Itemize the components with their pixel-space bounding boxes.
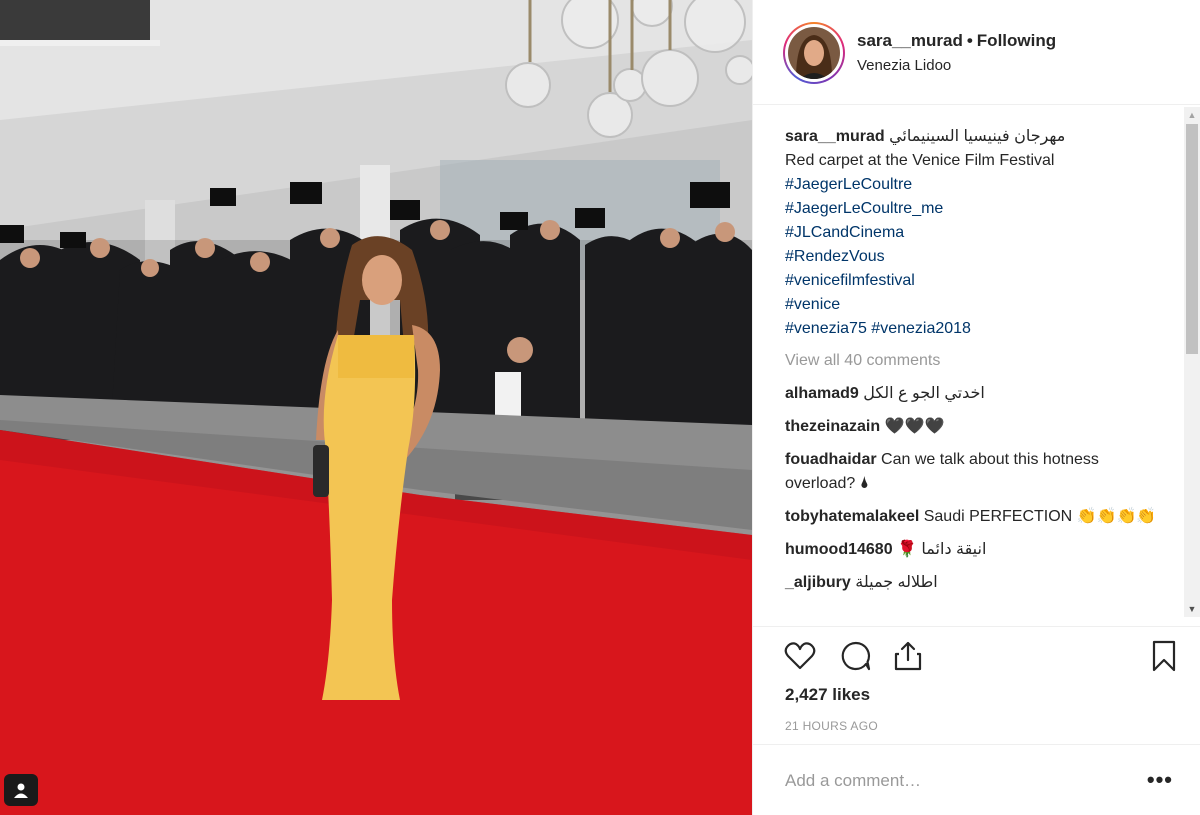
comment-item: alhamad9 اخدتي الجو ع الكل [785,382,1169,406]
comment-text: 🖤🖤🖤 [884,418,945,435]
add-comment-bar: ••• [753,744,1200,815]
comment-username[interactable]: fouadhaidar [785,451,877,468]
location-link[interactable]: Venezia Lidoo [857,57,951,74]
post-timestamp[interactable]: 21 HOURS AGO [785,719,878,733]
post-actions: 2,427 likes 21 HOURS AGO [753,626,1200,744]
comment-username[interactable]: thezeinazain [785,418,880,435]
avatar[interactable] [783,22,845,84]
heart-icon[interactable] [783,639,817,673]
comments-section: sara__murad مهرجان فينيسيا السينيمائي Re… [753,105,1200,625]
post-side-panel: sara__murad • Following Venezia Lidoo sara… [752,0,1200,815]
hashtag-link[interactable]: #venicefilmfestival [785,269,1169,293]
likes-count[interactable]: 2,427 likes [785,685,870,705]
share-icon[interactable] [891,639,925,673]
comment-text: اطلاله جميلة [855,574,938,591]
user-tag-icon [14,783,28,798]
follow-status-button[interactable]: Following [977,31,1056,50]
view-all-comments-link[interactable]: View all 40 comments [785,349,1169,373]
username-link[interactable]: sara__murad [857,31,963,50]
hashtag-link[interactable]: #JaegerLeCoultre_me [785,197,1169,221]
comment-username[interactable]: _aljibury [785,574,851,591]
comment-icon[interactable] [839,639,873,673]
hashtag-link[interactable]: #venezia75 #venezia2018 [785,317,1169,341]
bookmark-icon[interactable] [1147,639,1181,673]
hashtag-link[interactable]: #RendezVous [785,245,1169,269]
comment-username[interactable]: humood14680 [785,541,893,558]
caption-arabic-text: مهرجان فينيسيا السينيمائي [889,128,1066,145]
comment-item: thezeinazain 🖤🖤🖤 [785,415,1169,439]
red-carpet-photo [0,0,752,815]
comment-item: humood14680 انيقة دائما 🌹 [785,538,1169,562]
hashtag-link[interactable]: #venice [785,293,1169,317]
caption-username[interactable]: sara__murad [785,128,885,145]
comment-username[interactable]: tobyhatemalakeel [785,508,919,525]
comments-scrollbar[interactable]: ▲ ▼ [1184,107,1200,617]
post-photo[interactable] [0,0,752,815]
more-options-button[interactable]: ••• [1147,767,1173,793]
comment-item: _aljibury اطلاله جميلة [785,571,1169,595]
caption: sara__murad مهرجان فينيسيا السينيمائي Re… [785,125,1169,341]
comment-text: انيقة دائما 🌹 [897,541,987,558]
header-user-line: sara__murad • Following [857,31,1056,51]
scrollbar-thumb[interactable] [1186,124,1198,354]
post-header: sara__murad • Following Venezia Lidoo [753,0,1200,105]
scroll-down-arrow-icon[interactable]: ▼ [1184,601,1200,617]
user-tag-button[interactable] [4,774,38,806]
hashtag-link[interactable]: #JaegerLeCoultre [785,173,1169,197]
separator-dot: • [966,31,973,50]
add-comment-input[interactable] [785,771,1115,791]
comment-item: fouadhaidar Can we talk about this hotne… [785,448,1169,496]
scroll-up-arrow-icon[interactable]: ▲ [1184,107,1200,123]
avatar-image [788,27,840,79]
caption-line: Red carpet at the Venice Film Festival [785,152,1055,169]
comment-item: tobyhatemalakeel Saudi PERFECTION 👏👏👏👏 [785,505,1169,529]
comment-text: Saudi PERFECTION 👏👏👏👏 [923,508,1157,525]
comment-username[interactable]: alhamad9 [785,385,859,402]
hashtag-link[interactable]: #JLCandCinema [785,221,1169,245]
comment-text: اخدتي الجو ع الكل [863,385,985,402]
